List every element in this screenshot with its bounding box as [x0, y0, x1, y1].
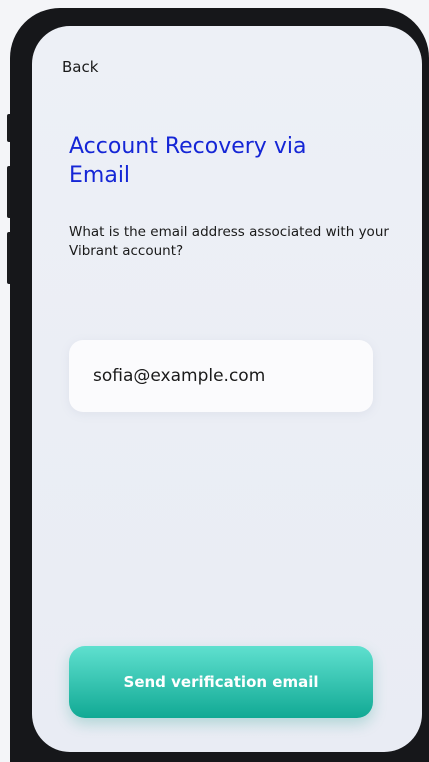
email-field[interactable] — [69, 340, 373, 412]
app-screen: Back Account Recovery via Email What is … — [32, 26, 422, 752]
send-verification-button[interactable]: Send verification email — [69, 646, 373, 718]
phone-frame: Back Account Recovery via Email What is … — [10, 8, 429, 762]
back-button[interactable]: Back — [62, 58, 98, 76]
page-title: Account Recovery via Email — [69, 134, 307, 188]
email-prompt: What is the email address associated wit… — [69, 224, 389, 259]
email-input[interactable] — [93, 366, 349, 386]
device-mockup: Back Account Recovery via Email What is … — [0, 0, 429, 762]
